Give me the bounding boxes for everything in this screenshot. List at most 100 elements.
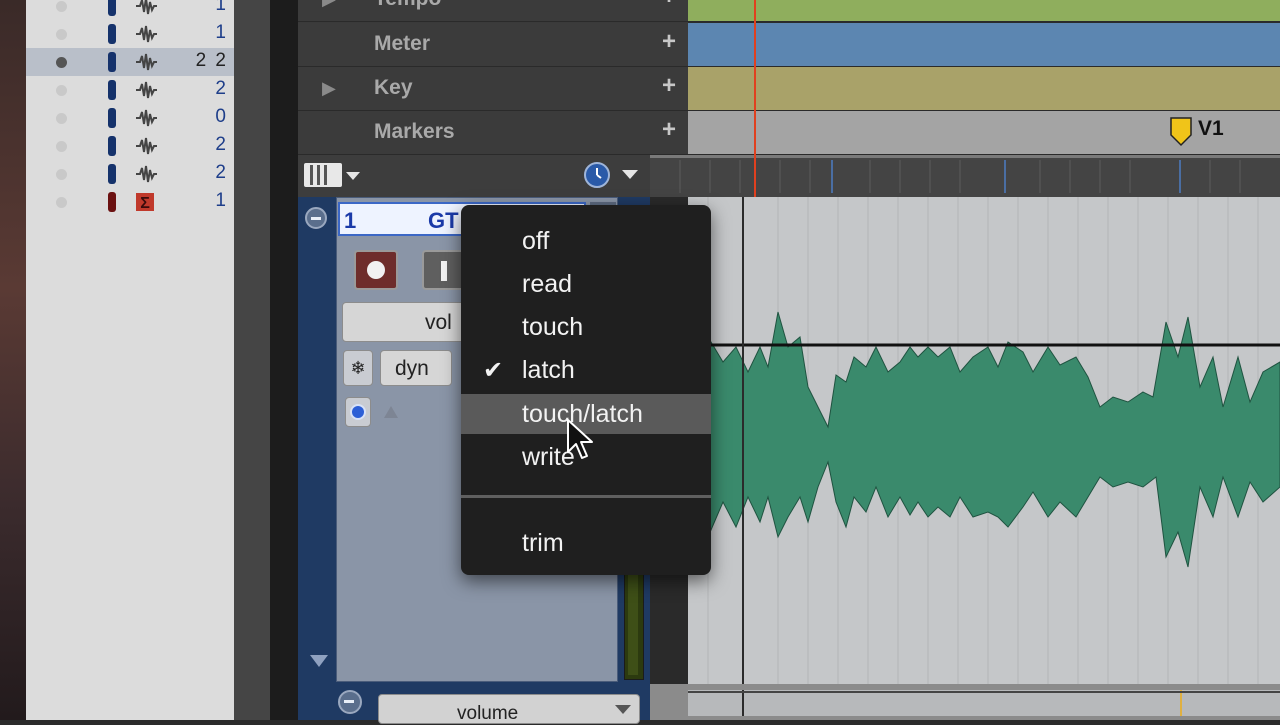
ruler-markers[interactable]: Markers +: [298, 111, 688, 155]
expand-triangle-icon[interactable]: ▶: [322, 78, 336, 99]
track-view-grid-icon[interactable]: [304, 163, 342, 187]
dyn-label: dyn: [395, 357, 429, 380]
ruler-key[interactable]: ▶ Key +: [298, 67, 688, 111]
automation-lane-collapse-button[interactable]: [338, 690, 362, 714]
audio-track-icon: [134, 0, 158, 16]
track-name: GT: [428, 208, 459, 233]
track-number-label: 2: [215, 162, 228, 183]
playhead-line: [754, 0, 756, 197]
show-hide-dot-icon[interactable]: [56, 85, 67, 96]
ruler-lane-tempo[interactable]: [688, 0, 1280, 22]
show-hide-dot-icon[interactable]: [56, 141, 67, 152]
timeline-bar-ruler[interactable]: [650, 155, 1280, 197]
show-hide-dot-icon[interactable]: [56, 113, 67, 124]
automation-mode-menu: off read touch ✔ latch touch/latch write trim: [461, 205, 711, 575]
track-list-row[interactable]: 1: [26, 0, 234, 20]
input-monitor-button[interactable]: [422, 250, 466, 290]
menu-item-trim[interactable]: trim: [461, 523, 711, 563]
level-meter: [624, 560, 644, 680]
ruler-lane-meter[interactable]: [688, 23, 1280, 67]
automation-lane[interactable]: [688, 690, 1280, 716]
master-sigma-icon: Σ: [134, 192, 158, 212]
track-type-indicator: [108, 136, 116, 156]
track-number-label: 2: [215, 134, 228, 155]
audio-track-icon: [134, 164, 158, 184]
track-list-row[interactable]: 2: [26, 132, 234, 160]
clock-icon[interactable]: [584, 162, 610, 188]
audio-track-icon: [134, 24, 158, 44]
scroll-down-arrow-icon[interactable]: [310, 655, 328, 667]
dyn-button[interactable]: dyn: [380, 350, 452, 386]
track-number-label: 2 2: [195, 50, 228, 71]
track-type-indicator: [108, 192, 116, 212]
show-hide-dot-icon[interactable]: [56, 57, 67, 68]
marker-label: V1: [1198, 117, 1224, 140]
track-collapse-button[interactable]: [305, 207, 327, 229]
menu-item[interactable]: touch: [461, 307, 711, 347]
add-ruler-event-icon[interactable]: +: [662, 0, 676, 11]
track-list-row[interactable]: 1: [26, 20, 234, 48]
track-number-label: 0: [215, 106, 228, 127]
automation-parameter-label: volume: [457, 703, 519, 724]
track-type-indicator: [108, 0, 116, 16]
track-type-indicator: [108, 164, 116, 184]
audio-track-icon: [134, 108, 158, 128]
add-ruler-event-icon[interactable]: +: [662, 28, 676, 56]
menu-item-label: read: [522, 270, 573, 298]
ruler-label: Key: [374, 76, 413, 99]
background-photo-strip: [0, 0, 26, 720]
audio-track-icon: [134, 136, 158, 156]
track-list-row[interactable]: 0: [26, 104, 234, 132]
menu-item[interactable]: off: [461, 221, 711, 261]
track-list-row[interactable]: 2: [26, 76, 234, 104]
timebase-icon[interactable]: [345, 397, 371, 427]
track-view-label: vol: [425, 311, 452, 334]
ruler-tempo[interactable]: ▶ Tempo +: [298, 0, 688, 22]
track-number: 1: [344, 208, 357, 233]
checkmark-icon: ✔: [483, 357, 504, 384]
menu-item[interactable]: ✔ latch: [461, 350, 711, 390]
ruler-lane-key[interactable]: [688, 67, 1280, 111]
track-list-row[interactable]: 2: [26, 160, 234, 188]
pan-indicator-icon: [384, 406, 398, 418]
add-ruler-event-icon[interactable]: +: [662, 116, 676, 144]
track-number-label: 2: [215, 78, 228, 99]
show-hide-dot-icon[interactable]: [56, 169, 67, 180]
track-type-indicator: [108, 108, 116, 128]
track-list-row[interactable]: Σ1: [26, 188, 234, 216]
audio-waveform[interactable]: [688, 197, 1280, 684]
track-view-dropdown-icon[interactable]: [346, 172, 360, 180]
menu-item[interactable]: read: [461, 264, 711, 304]
menu-item-label: off: [522, 227, 550, 255]
marker-flag-icon[interactable]: [1170, 117, 1192, 147]
record-enable-button[interactable]: [354, 250, 398, 290]
track-number-label: 1: [215, 0, 228, 15]
menu-item-label: touch: [522, 313, 584, 341]
show-hide-dot-icon[interactable]: [56, 29, 67, 40]
track-number-label: 1: [215, 190, 228, 211]
edit-window-edge: [270, 0, 298, 720]
audio-track-icon: [134, 52, 158, 72]
track-list-row[interactable]: 2 2: [26, 48, 234, 76]
mouse-cursor-icon: [566, 418, 596, 462]
freeze-icon[interactable]: ❄: [343, 350, 373, 386]
show-hide-dot-icon[interactable]: [56, 197, 67, 208]
show-hide-dot-icon[interactable]: [56, 1, 67, 12]
svg-text:Σ: Σ: [140, 195, 150, 212]
expand-triangle-icon[interactable]: ▶: [322, 0, 336, 10]
add-ruler-event-icon[interactable]: +: [662, 72, 676, 100]
track-type-indicator: [108, 24, 116, 44]
track-list: 112 22022Σ1: [26, 0, 234, 720]
track-number-label: 1: [215, 22, 228, 43]
ruler-meter[interactable]: Meter +: [298, 23, 688, 67]
panel-divider: [234, 0, 270, 720]
track-type-indicator: [108, 52, 116, 72]
menu-separator: [461, 495, 711, 498]
chevron-down-icon: [615, 705, 631, 714]
track-type-indicator: [108, 80, 116, 100]
menu-item-label: trim: [522, 529, 564, 557]
timebase-dropdown-icon[interactable]: [622, 170, 638, 179]
menu-item-label: latch: [522, 356, 575, 384]
audio-track-icon: [134, 80, 158, 100]
ruler-label: Markers: [374, 120, 455, 143]
